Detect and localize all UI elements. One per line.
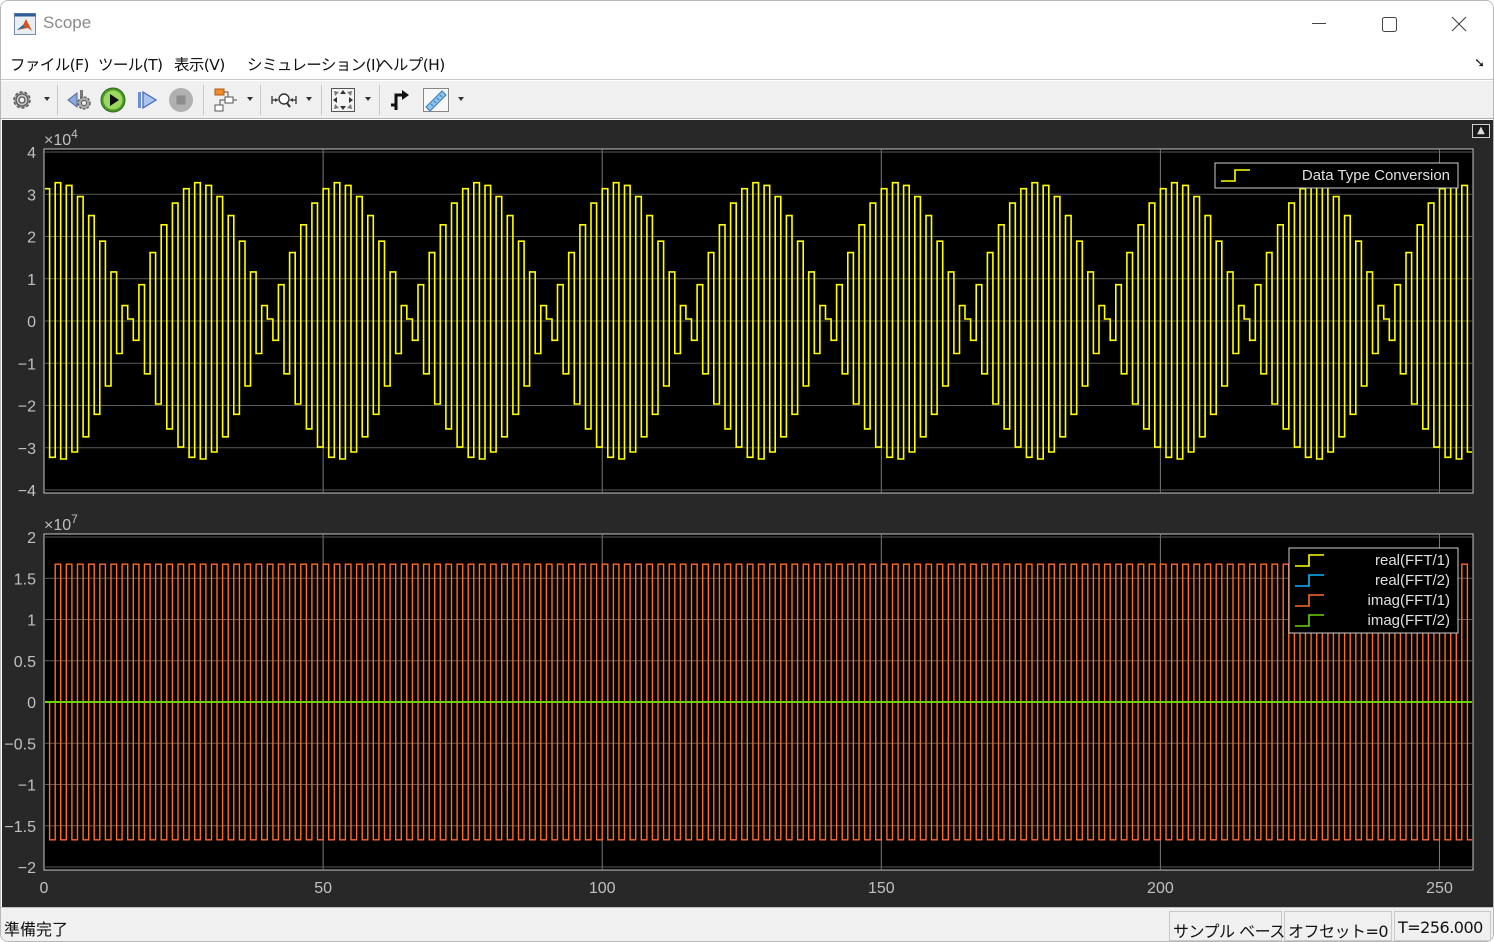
y-tick-label: 2 (27, 530, 36, 547)
y-exponent-label: ×107 (44, 512, 78, 534)
menu-view[interactable]: 表示(V) (174, 53, 225, 75)
status-bar: 準備完了 サンプル ベース オフセット=0 T=256.000 (1, 907, 1493, 941)
status-time: T=256.000 (1394, 911, 1491, 941)
trigger-icon (391, 90, 409, 110)
step-back-icon (67, 90, 91, 110)
measurements-button[interactable] (421, 86, 451, 114)
run-button[interactable] (99, 86, 127, 114)
step-back-button[interactable] (65, 86, 95, 114)
autoscale-icon (331, 88, 355, 112)
y-tick-label: 3 (27, 187, 36, 204)
y-tick-label: 1 (27, 272, 36, 289)
triggers-button[interactable] (386, 86, 414, 114)
y-tick-label: 4 (27, 145, 36, 162)
block-diagram-icon (214, 88, 237, 112)
y-tick-label: −4 (18, 483, 36, 500)
menu-bar: ファイル(F) ツール(T) 表示(V) シミュレーション(I) ヘルプ(H) … (1, 47, 1493, 80)
legend-entry-label: Data Type Conversion (1302, 167, 1450, 184)
toolbar-separator (321, 85, 322, 115)
legend-entry-label: imag(FFT/2) (1368, 612, 1451, 629)
y-tick-label: −0.5 (4, 736, 36, 753)
y-tick-label: −1 (18, 778, 36, 795)
x-tick-label: 50 (314, 880, 332, 897)
step-forward-icon (138, 90, 158, 110)
status-ready-text: 準備完了 (4, 920, 69, 939)
y-tick-label: 2 (27, 230, 36, 247)
y-tick-label: 0.5 (14, 654, 36, 671)
window-title: Scope (43, 13, 92, 32)
menu-file[interactable]: ファイル(F) (10, 53, 89, 75)
legend[interactable]: real(FFT/1) real(FFT/2) imag(FFT/1) imag(FF… (1288, 547, 1459, 634)
toolbar-separator (203, 85, 204, 115)
toolbar-separator (260, 85, 261, 115)
axes-bottom[interactable]: 2 1.5 1 0.5 0 −0.5 −1 −1.5 −2 ×107 0 50 100 150 200 250… (4, 512, 1478, 897)
menu-help[interactable]: ヘルプ(H) (378, 53, 445, 75)
x-tick-label: 100 (589, 880, 616, 897)
undock-icon[interactable]: ▲ (1472, 124, 1490, 138)
scope-display: ▲ 4 3 2 1 0 −1 −2 −3 −4 ×104 Data Type Conversion … (2, 120, 1493, 907)
maximize-button[interactable] (1366, 7, 1412, 41)
close-icon (1451, 16, 1467, 32)
matlab-logo-icon (14, 13, 36, 35)
scale-axes-dropdown-icon[interactable] (365, 97, 371, 101)
menu-simulation[interactable]: シミュレーション(I) (247, 53, 381, 75)
highlight-block-dropdown-icon[interactable] (247, 97, 253, 101)
scope-plots: 4 3 2 1 0 −1 −2 −3 −4 ×104 Data Type Conversion 2 1… (4, 127, 1479, 897)
title-bar: Scope (1, 1, 1493, 47)
y-tick-label: 0 (27, 314, 36, 331)
configuration-dropdown-icon[interactable] (44, 97, 50, 101)
zoom-x-icon (271, 93, 297, 108)
toolbar-separator (379, 85, 380, 115)
y-tick-label: −1 (18, 356, 36, 373)
play-icon (100, 87, 126, 113)
maximize-icon (1381, 16, 1397, 32)
gear-icon (13, 91, 31, 109)
scale-axes-button[interactable] (328, 86, 358, 114)
status-sample-based: サンプル ベース (1169, 911, 1285, 941)
x-tick-label: 0 (40, 880, 49, 897)
legend-entry-label: real(FFT/2) (1375, 572, 1450, 589)
step-forward-button[interactable] (134, 86, 160, 114)
x-tick-label: 150 (868, 880, 895, 897)
y-tick-label: 1.5 (14, 571, 36, 588)
y-tick-label: 1 (27, 613, 36, 630)
legend-entry-label: real(FFT/1) (1375, 552, 1450, 569)
configuration-properties-button[interactable] (9, 86, 35, 114)
zoom-dropdown-icon[interactable] (306, 97, 312, 101)
minimize-icon (1312, 23, 1326, 24)
y-tick-label: −1.5 (4, 819, 36, 836)
y-tick-label: −2 (18, 860, 36, 877)
stop-button[interactable] (167, 86, 195, 114)
minimize-button[interactable] (1296, 7, 1342, 41)
legend-entry-label: imag(FFT/1) (1368, 592, 1451, 609)
x-tick-label: 250 (1426, 880, 1453, 897)
y-tick-label: −3 (18, 441, 36, 458)
toolbar-separator (57, 85, 58, 115)
scope-window: Scope ファイル(F) ツール(T) 表示(V) シミュレーション(I) ヘ… (0, 0, 1494, 942)
close-button[interactable] (1436, 7, 1482, 41)
axes-top[interactable]: 4 3 2 1 0 −1 −2 −3 −4 ×104 Data Type Conversion (18, 127, 1479, 500)
highlight-block-button[interactable] (210, 86, 240, 114)
menu-tools[interactable]: ツール(T) (98, 53, 163, 75)
y-tick-label: −2 (18, 399, 36, 416)
stop-icon (169, 88, 193, 112)
status-offset: オフセット=0 (1284, 911, 1392, 941)
ruler-icon (423, 88, 449, 112)
toolbar (1, 81, 1493, 119)
x-tick-label: 200 (1147, 880, 1174, 897)
legend[interactable]: Data Type Conversion (1214, 162, 1459, 189)
measurements-dropdown-icon[interactable] (458, 97, 464, 101)
y-exponent-label: ×104 (44, 127, 78, 149)
dock-arrow-icon[interactable]: ➘ (1474, 56, 1485, 71)
y-tick-label: 0 (27, 695, 36, 712)
zoom-x-button[interactable] (269, 86, 299, 114)
